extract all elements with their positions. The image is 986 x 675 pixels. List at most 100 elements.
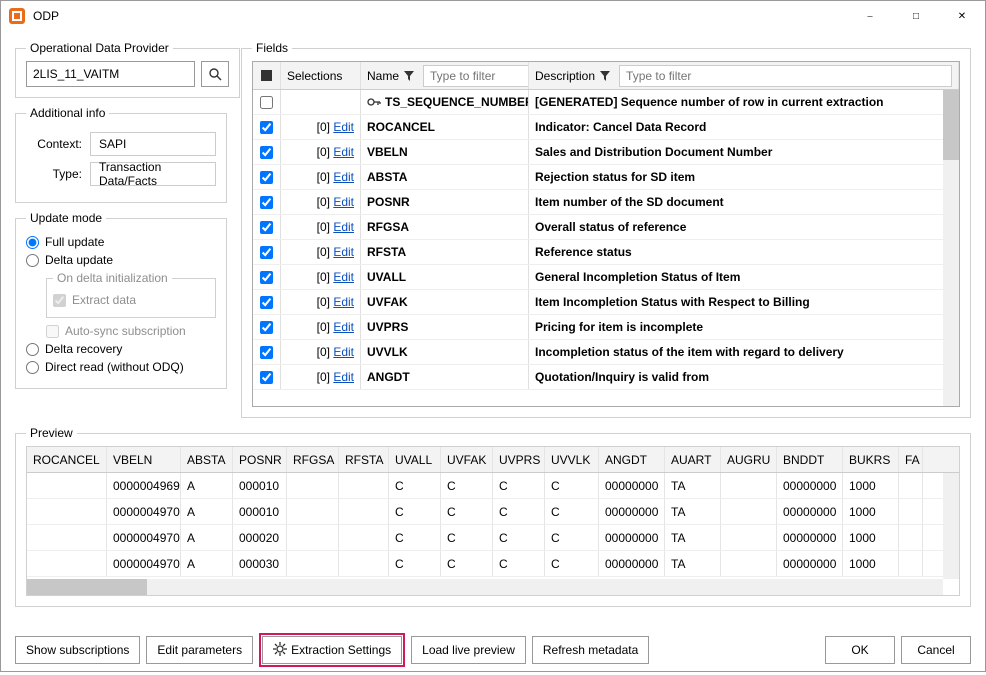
edit-link[interactable]: Edit (333, 195, 354, 209)
row-selection: [0] Edit (281, 165, 361, 189)
preview-cell: 00000000 (777, 499, 843, 524)
col-name[interactable]: Name (361, 62, 529, 89)
load-live-preview-button[interactable]: Load live preview (411, 636, 526, 664)
fields-row[interactable]: [0] EditVBELNSales and Distribution Docu… (253, 140, 959, 165)
preview-col-UVALL[interactable]: UVALL (389, 447, 441, 472)
fields-row[interactable]: [0] EditUVALLGeneral Incompletion Status… (253, 265, 959, 290)
minimize-button[interactable]: – (847, 1, 893, 31)
preview-cell: C (441, 473, 493, 498)
preview-col-RFGSA[interactable]: RFGSA (287, 447, 339, 472)
preview-col-AUART[interactable]: AUART (665, 447, 721, 472)
row-name: ROCANCEL (361, 115, 529, 139)
fields-row[interactable]: [0] EditUVFAKItem Incompletion Status wi… (253, 290, 959, 315)
row-checkbox[interactable] (253, 190, 281, 214)
preview-col-UVPRS[interactable]: UVPRS (493, 447, 545, 472)
odp-input[interactable] (26, 61, 195, 87)
preview-col-AUGRU[interactable]: AUGRU (721, 447, 777, 472)
fields-row[interactable]: [0] EditANGDTQuotation/Inquiry is valid … (253, 365, 959, 390)
fields-row[interactable]: [0] EditUVPRSPricing for item is incompl… (253, 315, 959, 340)
edit-link[interactable]: Edit (333, 295, 354, 309)
preview-cell (27, 499, 107, 524)
row-name: RFSTA (361, 240, 529, 264)
row-checkbox[interactable] (253, 240, 281, 264)
radio-full-update[interactable]: Full update (26, 235, 216, 249)
preview-cell: 1000 (843, 551, 899, 576)
preview-cell: C (493, 499, 545, 524)
radio-delta-update[interactable]: Delta update (26, 253, 216, 267)
preview-col-POSNR[interactable]: POSNR (233, 447, 287, 472)
preview-cell: C (389, 525, 441, 550)
fields-row[interactable]: [0] EditPOSNRItem number of the SD docum… (253, 190, 959, 215)
edit-link[interactable]: Edit (333, 245, 354, 259)
preview-col-BNDDT[interactable]: BNDDT (777, 447, 843, 472)
row-checkbox[interactable] (253, 265, 281, 289)
preview-cell (27, 525, 107, 550)
preview-vscroll[interactable] (943, 473, 959, 579)
ok-button[interactable]: OK (825, 636, 895, 664)
edit-link[interactable]: Edit (333, 170, 354, 184)
fields-row[interactable]: [0] EditABSTARejection status for SD ite… (253, 165, 959, 190)
radio-direct-read[interactable]: Direct read (without ODQ) (26, 360, 216, 374)
preview-col-ANGDT[interactable]: ANGDT (599, 447, 665, 472)
preview-cell: 000010 (233, 473, 287, 498)
preview-col-ABSTA[interactable]: ABSTA (181, 447, 233, 472)
preview-col-ROCANCEL[interactable]: ROCANCEL (27, 447, 107, 472)
preview-cell (899, 473, 923, 498)
preview-cell (899, 525, 923, 550)
preview-hscroll[interactable] (27, 579, 943, 595)
row-checkbox[interactable] (253, 215, 281, 239)
edit-link[interactable]: Edit (333, 320, 354, 334)
radio-delta-recovery[interactable]: Delta recovery (26, 342, 216, 356)
row-checkbox[interactable] (253, 90, 281, 114)
fields-scrollbar[interactable] (943, 90, 959, 406)
row-checkbox[interactable] (253, 340, 281, 364)
preview-col-RFSTA[interactable]: RFSTA (339, 447, 389, 472)
edit-link[interactable]: Edit (333, 120, 354, 134)
close-button[interactable]: ✕ (939, 1, 985, 31)
row-checkbox[interactable] (253, 115, 281, 139)
row-checkbox[interactable] (253, 315, 281, 339)
fields-row[interactable]: [0] EditRFSTAReference status (253, 240, 959, 265)
preview-row[interactable]: 0000004970A000030CCCC00000000TA000000001… (27, 551, 959, 577)
description-filter-input[interactable] (619, 65, 952, 87)
preview-cell (899, 499, 923, 524)
fields-row[interactable]: TS_SEQUENCE_NUMBER[GENERATED] Sequence n… (253, 90, 959, 115)
edit-parameters-button[interactable]: Edit parameters (146, 636, 253, 664)
name-filter-input[interactable] (423, 65, 529, 87)
preview-cell (287, 473, 339, 498)
fields-row[interactable]: [0] EditROCANCELIndicator: Cancel Data R… (253, 115, 959, 140)
preview-col-BUKRS[interactable]: BUKRS (843, 447, 899, 472)
extraction-settings-button[interactable]: Extraction Settings (262, 636, 402, 664)
odp-search-button[interactable] (201, 61, 229, 87)
row-checkbox[interactable] (253, 365, 281, 389)
type-value: Transaction Data/Facts (90, 162, 216, 186)
col-selections[interactable]: Selections (281, 62, 361, 89)
edit-link[interactable]: Edit (333, 345, 354, 359)
row-selection (281, 90, 361, 114)
preview-row[interactable]: 0000004969A000010CCCC00000000TA000000001… (27, 473, 959, 499)
preview-col-UVVLK[interactable]: UVVLK (545, 447, 599, 472)
fields-row[interactable]: [0] EditUVVLKIncompletion status of the … (253, 340, 959, 365)
row-checkbox[interactable] (253, 165, 281, 189)
preview-col-VBELN[interactable]: VBELN (107, 447, 181, 472)
col-description[interactable]: Description (529, 62, 959, 89)
preview-row[interactable]: 0000004970A000010CCCC00000000TA000000001… (27, 499, 959, 525)
fields-row[interactable]: [0] EditRFGSAOverall status of reference (253, 215, 959, 240)
edit-link[interactable]: Edit (333, 145, 354, 159)
preview-cell (721, 525, 777, 550)
edit-link[interactable]: Edit (333, 270, 354, 284)
row-checkbox[interactable] (253, 140, 281, 164)
row-selection: [0] Edit (281, 240, 361, 264)
preview-col-FA[interactable]: FA (899, 447, 923, 472)
preview-group: Preview ROCANCELVBELNABSTAPOSNRRFGSARFST… (15, 426, 971, 607)
fields-check-all[interactable] (253, 62, 281, 89)
preview-col-UVFAK[interactable]: UVFAK (441, 447, 493, 472)
row-checkbox[interactable] (253, 290, 281, 314)
maximize-button[interactable]: □ (893, 1, 939, 31)
edit-link[interactable]: Edit (333, 370, 354, 384)
show-subscriptions-button[interactable]: Show subscriptions (15, 636, 140, 664)
cancel-button[interactable]: Cancel (901, 636, 971, 664)
edit-link[interactable]: Edit (333, 220, 354, 234)
preview-row[interactable]: 0000004970A000020CCCC00000000TA000000001… (27, 525, 959, 551)
refresh-metadata-button[interactable]: Refresh metadata (532, 636, 649, 664)
